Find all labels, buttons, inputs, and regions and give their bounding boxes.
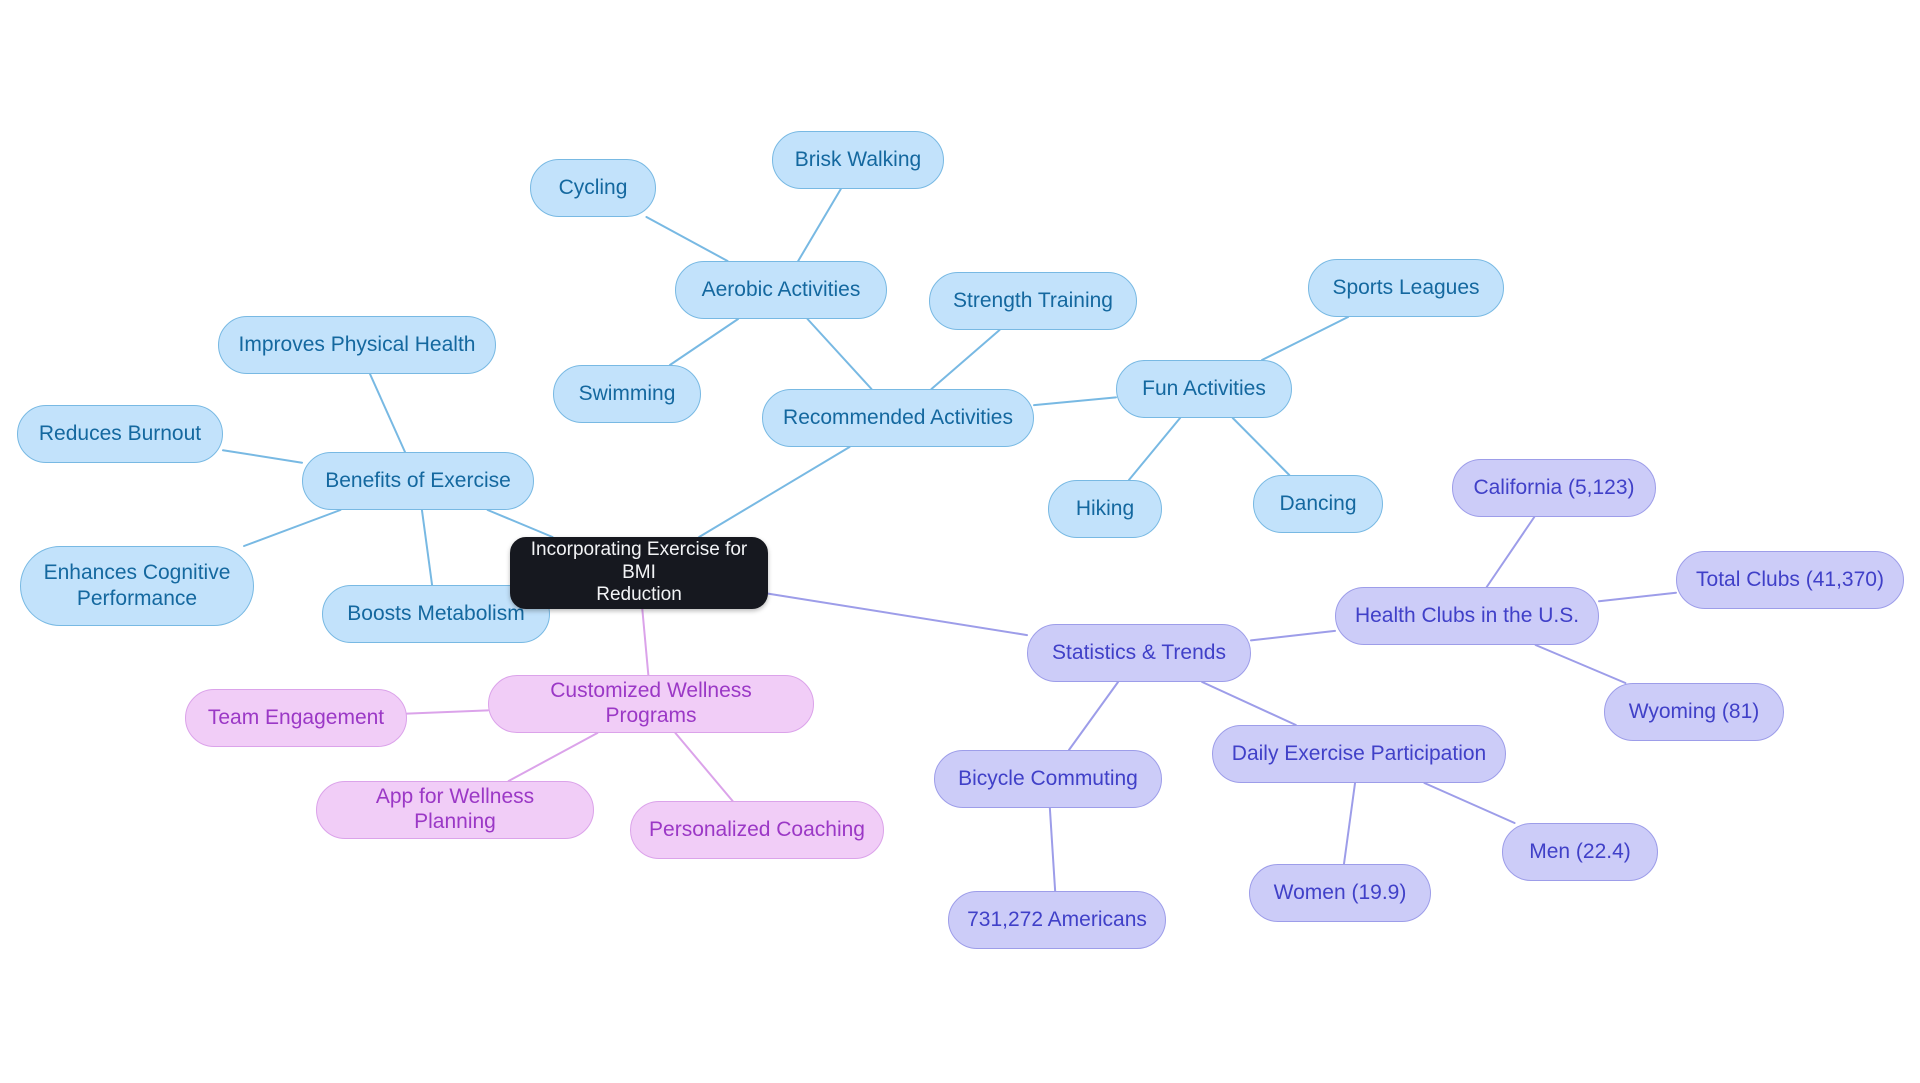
edge-root-to-statistics_trends bbox=[767, 592, 1028, 637]
node-customized-wellness[interactable]: Customized Wellness Programs bbox=[488, 675, 814, 733]
node-label: Benefits of Exercise bbox=[325, 468, 511, 492]
edge-fun_activities-to-dancing bbox=[1231, 417, 1291, 476]
node-daily-exercise[interactable]: Daily Exercise Participation bbox=[1212, 725, 1506, 783]
node-label: Women (19.9) bbox=[1273, 880, 1407, 904]
edge-statistics_trends-to-bicycle_commuting bbox=[1067, 681, 1120, 751]
node-wyoming[interactable]: Wyoming (81) bbox=[1604, 683, 1784, 741]
node-label: Health Clubs in the U.S. bbox=[1354, 603, 1580, 627]
node-california[interactable]: California (5,123) bbox=[1452, 459, 1656, 517]
edge-statistics_trends-to-health_clubs bbox=[1250, 629, 1336, 642]
node-label: Cycling bbox=[558, 175, 628, 199]
node-women[interactable]: Women (19.9) bbox=[1249, 864, 1431, 922]
node-strength-training[interactable]: Strength Training bbox=[929, 272, 1137, 330]
node-benefits-of-exercise[interactable]: Benefits of Exercise bbox=[302, 452, 534, 510]
edge-benefits_of_exercise-to-enhances_cognitive bbox=[243, 509, 342, 547]
edge-recommended_activities-to-strength_training bbox=[930, 329, 1001, 390]
edge-benefits_of_exercise-to-reduces_burnout bbox=[222, 449, 303, 464]
node-label: Brisk Walking bbox=[794, 147, 922, 171]
edge-health_clubs-to-wyoming bbox=[1534, 644, 1627, 684]
node-label: California (5,123) bbox=[1473, 475, 1635, 499]
node-hiking[interactable]: Hiking bbox=[1048, 480, 1162, 538]
node-improves-physical-health[interactable]: Improves Physical Health bbox=[218, 316, 496, 374]
node-reduces-burnout[interactable]: Reduces Burnout bbox=[17, 405, 223, 463]
node-label: Aerobic Activities bbox=[701, 277, 861, 301]
edge-health_clubs-to-california bbox=[1485, 516, 1536, 588]
node-label: Reduces Burnout bbox=[38, 421, 202, 445]
edge-customized_wellness-to-team_engagement bbox=[406, 709, 489, 715]
root-node-root[interactable]: Incorporating Exercise for BMI Reduction bbox=[510, 537, 768, 609]
node-label: Swimming bbox=[578, 381, 676, 405]
edge-recommended_activities-to-fun_activities bbox=[1033, 396, 1117, 407]
node-sports-leagues[interactable]: Sports Leagues bbox=[1308, 259, 1504, 317]
node-swimming[interactable]: Swimming bbox=[553, 365, 701, 423]
node-label: Improves Physical Health bbox=[238, 332, 476, 356]
mindmap-canvas: Brisk Walking Cycling Sports Leagues Aerobi… bbox=[0, 0, 1920, 1083]
edge-aerobic_activities-to-brisk_walking bbox=[797, 188, 842, 262]
node-men[interactable]: Men (22.4) bbox=[1502, 823, 1658, 881]
edge-root-to-customized_wellness bbox=[641, 608, 650, 676]
node-label: Boosts Metabolism bbox=[347, 601, 525, 625]
node-recommended-activities[interactable]: Recommended Activities bbox=[762, 389, 1034, 447]
edge-daily_exercise-to-women bbox=[1342, 782, 1357, 865]
edge-aerobic_activities-to-cycling bbox=[645, 216, 729, 262]
node-label: Bicycle Commuting bbox=[958, 766, 1138, 790]
node-label: Hiking bbox=[1075, 496, 1135, 520]
node-label: Wyoming (81) bbox=[1628, 699, 1760, 723]
node-label: 731,272 Americans bbox=[967, 907, 1147, 931]
node-total-clubs[interactable]: Total Clubs (41,370) bbox=[1676, 551, 1904, 609]
edge-daily_exercise-to-men bbox=[1423, 782, 1516, 824]
node-label: Personalized Coaching bbox=[649, 817, 865, 841]
node-dancing[interactable]: Dancing bbox=[1253, 475, 1383, 533]
edge-health_clubs-to-total_clubs bbox=[1598, 591, 1677, 603]
node-label: Recommended Activities bbox=[783, 405, 1013, 429]
node-label: Team Engagement bbox=[207, 705, 385, 729]
edge-customized_wellness-to-app_wellness bbox=[507, 732, 599, 782]
node-personalized-coaching[interactable]: Personalized Coaching bbox=[630, 801, 884, 859]
node-bicycle-commuting[interactable]: Bicycle Commuting bbox=[934, 750, 1162, 808]
node-label: Dancing bbox=[1279, 491, 1357, 515]
edge-root-to-recommended_activities bbox=[698, 446, 851, 538]
edge-benefits_of_exercise-to-improves_physical_health bbox=[369, 373, 406, 453]
node-americans[interactable]: 731,272 Americans bbox=[948, 891, 1166, 949]
node-cycling[interactable]: Cycling bbox=[530, 159, 656, 217]
edge-root-to-benefits_of_exercise bbox=[486, 509, 554, 538]
edge-aerobic_activities-to-swimming bbox=[668, 318, 740, 366]
node-fun-activities[interactable]: Fun Activities bbox=[1116, 360, 1292, 418]
node-team-engagement[interactable]: Team Engagement bbox=[185, 689, 407, 747]
node-brisk-walking[interactable]: Brisk Walking bbox=[772, 131, 944, 189]
node-label: App for Wellness Planning bbox=[375, 785, 535, 833]
node-label: Statistics & Trends bbox=[1052, 640, 1226, 664]
node-label: Total Clubs (41,370) bbox=[1696, 567, 1884, 591]
node-enhances-cognitive[interactable]: Enhances Cognitive Performance bbox=[20, 546, 254, 626]
node-label: Strength Training bbox=[953, 288, 1113, 312]
edge-bicycle_commuting-to-americans bbox=[1048, 807, 1057, 892]
edge-fun_activities-to-hiking bbox=[1127, 417, 1182, 481]
edge-recommended_activities-to-aerobic_activities bbox=[806, 318, 873, 390]
node-label: Incorporating Exercise for BMI Reduction bbox=[530, 539, 748, 606]
node-label: Fun Activities bbox=[1142, 376, 1266, 400]
node-label: Customized Wellness Programs bbox=[550, 679, 752, 727]
edge-benefits_of_exercise-to-boosts_metabolism bbox=[420, 509, 434, 586]
node-app-wellness[interactable]: App for Wellness Planning bbox=[316, 781, 594, 839]
node-label: Sports Leagues bbox=[1332, 275, 1480, 299]
node-statistics-trends[interactable]: Statistics & Trends bbox=[1027, 624, 1251, 682]
edge-customized_wellness-to-personalized_coaching bbox=[674, 732, 734, 802]
edge-statistics_trends-to-daily_exercise bbox=[1201, 681, 1297, 726]
node-label: Men (22.4) bbox=[1529, 839, 1631, 863]
node-label: Daily Exercise Participation bbox=[1231, 741, 1487, 765]
node-aerobic-activities[interactable]: Aerobic Activities bbox=[675, 261, 887, 319]
node-label: Enhances Cognitive Performance bbox=[43, 561, 231, 610]
edge-fun_activities-to-sports_leagues bbox=[1261, 316, 1349, 361]
node-health-clubs[interactable]: Health Clubs in the U.S. bbox=[1335, 587, 1599, 645]
